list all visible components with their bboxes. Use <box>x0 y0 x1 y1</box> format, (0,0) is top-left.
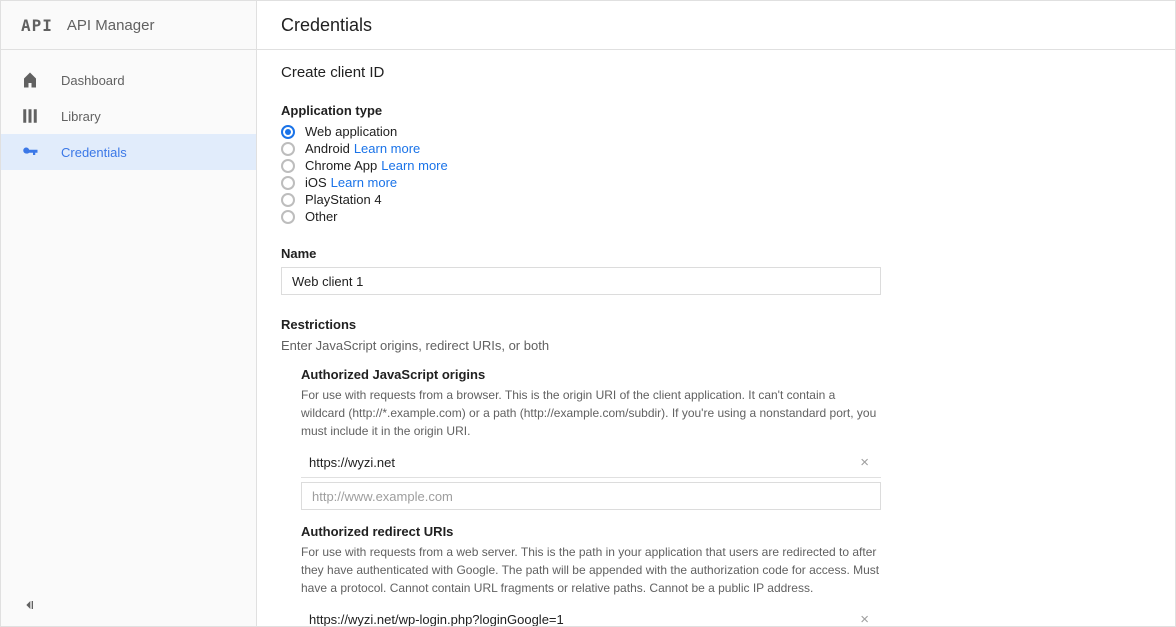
radio-label: PlayStation 4 <box>305 192 382 207</box>
dashboard-icon <box>21 71 61 89</box>
sidebar-header: API API Manager <box>1 1 256 50</box>
learn-more-link[interactable]: Learn more <box>331 175 397 190</box>
js-origin-value: https://wyzi.net <box>309 455 395 470</box>
learn-more-link[interactable]: Learn more <box>354 141 420 156</box>
content: Create client ID Application type Web ap… <box>257 50 1175 626</box>
redirect-uris-help: For use with requests from a web server.… <box>301 543 881 597</box>
radio-chrome-app[interactable]: Chrome App Learn more <box>281 158 1151 173</box>
js-origins-help: For use with requests from a browser. Th… <box>301 386 881 440</box>
radio-label: Web application <box>305 124 397 139</box>
restrictions-label: Restrictions <box>281 317 1151 332</box>
radio-label: iOS <box>305 175 327 190</box>
name-input[interactable] <box>281 267 881 295</box>
key-icon <box>21 143 61 161</box>
nav: Dashboard Library Credentials <box>1 50 256 170</box>
redirect-uris-label: Authorized redirect URIs <box>301 524 881 539</box>
page-title: Credentials <box>281 15 372 36</box>
main: Credentials Create client ID Application… <box>257 1 1175 626</box>
remove-origin-button[interactable]: × <box>856 454 873 471</box>
radio-icon <box>281 159 295 173</box>
js-origin-entry: https://wyzi.net × <box>301 448 881 478</box>
app-title: API Manager <box>67 17 155 34</box>
redirect-uris-section: Authorized redirect URIs For use with re… <box>301 524 881 626</box>
radio-web-application[interactable]: Web application <box>281 124 1151 139</box>
sidebar-collapse[interactable] <box>1 587 256 626</box>
learn-more-link[interactable]: Learn more <box>381 158 447 173</box>
redirect-uri-value: https://wyzi.net/wp-login.php?loginGoogl… <box>309 612 564 626</box>
radio-icon <box>281 193 295 207</box>
sidebar-item-dashboard[interactable]: Dashboard <box>1 62 256 98</box>
logo: API <box>21 16 53 35</box>
remove-redirect-button[interactable]: × <box>856 611 873 626</box>
js-origin-input[interactable] <box>301 482 881 510</box>
radio-other[interactable]: Other <box>281 209 1151 224</box>
radio-icon <box>281 210 295 224</box>
sidebar-item-label: Library <box>61 109 101 124</box>
radio-icon <box>281 176 295 190</box>
redirect-uri-entry: https://wyzi.net/wp-login.php?loginGoogl… <box>301 605 881 626</box>
radio-label: Chrome App <box>305 158 377 173</box>
page-subtitle: Create client ID <box>281 64 1151 81</box>
chevron-left-icon <box>21 597 37 613</box>
radio-label: Android <box>305 141 350 156</box>
topbar: Credentials <box>257 1 1175 50</box>
sidebar: API API Manager Dashboard Library Cred <box>1 1 257 626</box>
app: API API Manager Dashboard Library Cred <box>0 0 1176 627</box>
name-label: Name <box>281 246 1151 261</box>
radio-label: Other <box>305 209 338 224</box>
sidebar-item-library[interactable]: Library <box>1 98 256 134</box>
sidebar-item-label: Credentials <box>61 145 127 160</box>
radio-playstation4[interactable]: PlayStation 4 <box>281 192 1151 207</box>
app-type-label: Application type <box>281 103 1151 118</box>
radio-icon <box>281 142 295 156</box>
library-icon <box>21 107 61 125</box>
js-origins-label: Authorized JavaScript origins <box>301 367 881 382</box>
restrictions-desc: Enter JavaScript origins, redirect URIs,… <box>281 338 1151 353</box>
sidebar-item-credentials[interactable]: Credentials <box>1 134 256 170</box>
radio-icon <box>281 125 295 139</box>
js-origins-section: Authorized JavaScript origins For use wi… <box>301 367 881 510</box>
sidebar-item-label: Dashboard <box>61 73 125 88</box>
radio-android[interactable]: Android Learn more <box>281 141 1151 156</box>
radio-ios[interactable]: iOS Learn more <box>281 175 1151 190</box>
